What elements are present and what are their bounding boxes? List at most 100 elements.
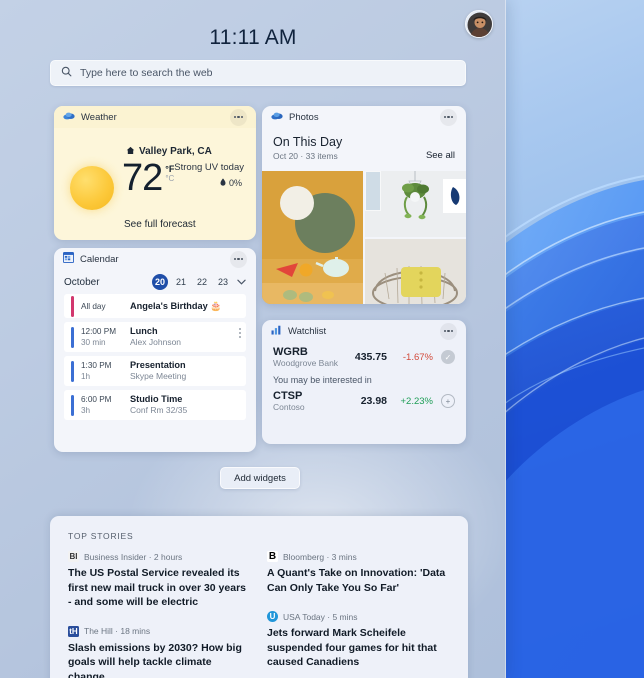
unit-celsius[interactable]: °C (165, 174, 174, 183)
photos-header: Photos (262, 106, 466, 128)
the-hill-icon: tH (68, 625, 79, 637)
sun-icon (70, 166, 114, 210)
stock-name-block: CTSP Contoso (273, 390, 343, 413)
news-grid: BI Business Insider · 2 hours The US Pos… (50, 541, 468, 678)
photos-widget[interactable]: Photos On This Day Oct 20 · 33 items See… (262, 106, 466, 304)
news-headline[interactable]: A Quant's Take on Innovation: 'Data Can … (267, 566, 450, 595)
calendar-title: Calendar (80, 253, 119, 265)
avatar[interactable] (465, 10, 493, 38)
event-time-block: 1:30 PM 1h (81, 360, 123, 382)
news-headline[interactable]: Jets forward Mark Scheifele suspended fo… (267, 626, 450, 670)
calendar-day-23[interactable]: 23 (215, 274, 231, 290)
stock-price: 435.75 (354, 351, 387, 363)
stock-row-ctsp[interactable]: CTSP Contoso 23.98 +2.23% + (262, 386, 466, 416)
more-options-icon[interactable] (440, 108, 457, 126)
photos-meta: Oct 20 · 33 items (273, 151, 338, 161)
calendar-day-21[interactable]: 21 (173, 274, 189, 290)
photo-thumbnail-2[interactable] (365, 171, 466, 237)
calendar-day-20[interactable]: 20 (152, 274, 168, 290)
calendar-event-lunch[interactable]: 12:00 PM 30 min Lunch Alex Johnson (64, 322, 246, 352)
photo-collage-right (365, 171, 466, 304)
add-widgets-button[interactable]: Add widgets (220, 467, 300, 489)
news-headline[interactable]: Slash emissions by 2030? How big goals w… (68, 641, 251, 678)
watchlist-interest-label: You may be interested in (273, 375, 372, 385)
stock-change: -1.67% (402, 351, 433, 363)
more-options-icon[interactable] (440, 322, 457, 340)
event-title: Studio Time (130, 394, 183, 404)
calendar-month: October (64, 276, 100, 288)
news-item[interactable]: B Bloomberg · 3 mins A Quant's Take on I… (267, 551, 450, 595)
calendar-event-presentation[interactable]: 1:30 PM 1h Presentation Skype Meeting (64, 356, 246, 386)
cloud-icon (63, 111, 75, 123)
weather-body: Valley Park, CA 72 °F °C Strong UV today… (54, 128, 256, 240)
stock-symbol: WGRB (273, 345, 308, 358)
stock-change: +2.23% (400, 395, 434, 407)
unit-fahrenheit[interactable]: °F (165, 164, 174, 174)
calendar-widget[interactable]: Calendar October 20 21 22 23 All day Ang… (54, 248, 256, 452)
event-title: Lunch (130, 326, 158, 336)
news-item[interactable]: U USA Today · 5 mins Jets forward Mark S… (267, 611, 450, 670)
event-title: Presentation (130, 360, 186, 370)
weather-widget[interactable]: Weather Valley Park, CA 72 °F °C Strong … (54, 106, 256, 240)
event-color-stripe (71, 360, 74, 382)
news-item[interactable]: tH The Hill · 18 mins Slash emissions by… (68, 625, 251, 678)
bloomberg-icon: B (267, 551, 278, 562)
calendar-date-row: October 20 21 22 23 (54, 270, 256, 294)
stock-name-block: WGRB Woodgrove Bank (273, 346, 343, 369)
see-full-forecast-link[interactable]: See full forecast (124, 219, 196, 230)
weather-title: Weather (81, 111, 117, 123)
event-subtitle: Alex Johnson (130, 337, 182, 347)
more-options-icon[interactable] (230, 108, 247, 126)
photo-thumbnail-1[interactable] (262, 171, 363, 304)
event-color-stripe (71, 394, 74, 416)
stock-company: Contoso (273, 401, 305, 412)
weather-precipitation: 0% (220, 178, 242, 188)
plus-circle-icon[interactable]: + (441, 394, 455, 408)
see-all-link[interactable]: See all (426, 150, 455, 162)
news-source-row: B Bloomberg · 3 mins (267, 551, 450, 562)
watchlist-title: Watchlist (288, 325, 327, 337)
event-time: 12:00 PM (81, 327, 117, 336)
photos-subheader: On This Day Oct 20 · 33 items See all (262, 128, 466, 162)
watchlist-widget[interactable]: Watchlist WGRB Woodgrove Bank 435.75 -1.… (262, 320, 466, 444)
event-text-block: Studio Time Conf Rm 32/35 (130, 394, 187, 416)
widgets-panel: 11:11 AM Type here to search the web Wea… (0, 0, 506, 678)
calendar-day-22[interactable]: 22 (194, 274, 210, 290)
event-duration: 30 min (81, 338, 106, 347)
news-source-row: U USA Today · 5 mins (267, 611, 450, 622)
news-source: Business Insider · 2 hours (84, 551, 183, 562)
stock-symbol: CTSP (273, 389, 303, 402)
check-circle-icon[interactable]: ✓ (441, 350, 455, 364)
photos-heading: On This Day (273, 135, 343, 149)
event-subtitle: Conf Rm 32/35 (130, 405, 188, 415)
stock-company: Woodgrove Bank (273, 357, 339, 368)
event-more-icon[interactable] (239, 328, 241, 338)
event-color-stripe (71, 295, 74, 317)
news-item[interactable]: BI Business Insider · 2 hours The US Pos… (68, 551, 251, 610)
search-input[interactable]: Type here to search the web (50, 60, 466, 86)
weather-location: Valley Park, CA (139, 145, 212, 157)
chevron-down-icon[interactable] (237, 278, 246, 287)
droplet-icon (220, 178, 226, 188)
photo-thumbnail-3[interactable] (365, 238, 466, 304)
weather-unit-toggle[interactable]: °F °C (165, 164, 174, 183)
calendar-event-allday[interactable]: All day Angela's Birthday 🎂 (64, 294, 246, 318)
news-source: Bloomberg · 3 mins (283, 551, 357, 562)
photo-collage[interactable] (262, 171, 466, 304)
event-text-block: Lunch Alex Johnson (130, 326, 181, 348)
chart-bars-icon (271, 325, 282, 338)
photos-cloud-icon (271, 111, 283, 123)
search-placeholder: Type here to search the web (80, 67, 213, 79)
photos-text-block: On This Day Oct 20 · 33 items (273, 134, 426, 162)
calendar-event-studio-time[interactable]: 6:00 PM 3h Studio Time Conf Rm 32/35 (64, 390, 246, 420)
news-panel: TOP STORIES BI Business Insider · 2 hour… (50, 516, 468, 678)
stock-row-wgrb[interactable]: WGRB Woodgrove Bank 435.75 -1.67% ✓ (262, 342, 466, 372)
weather-temperature-row: 72 °F °C (122, 158, 174, 198)
event-time: All day (81, 301, 106, 311)
event-time-block: All day (81, 301, 123, 312)
more-options-icon[interactable] (230, 250, 247, 268)
calendar-icon (63, 252, 74, 266)
news-headline[interactable]: The US Postal Service revealed its first… (68, 566, 251, 610)
event-time-block: 12:00 PM 30 min (81, 326, 123, 348)
event-duration: 1h (81, 372, 91, 381)
